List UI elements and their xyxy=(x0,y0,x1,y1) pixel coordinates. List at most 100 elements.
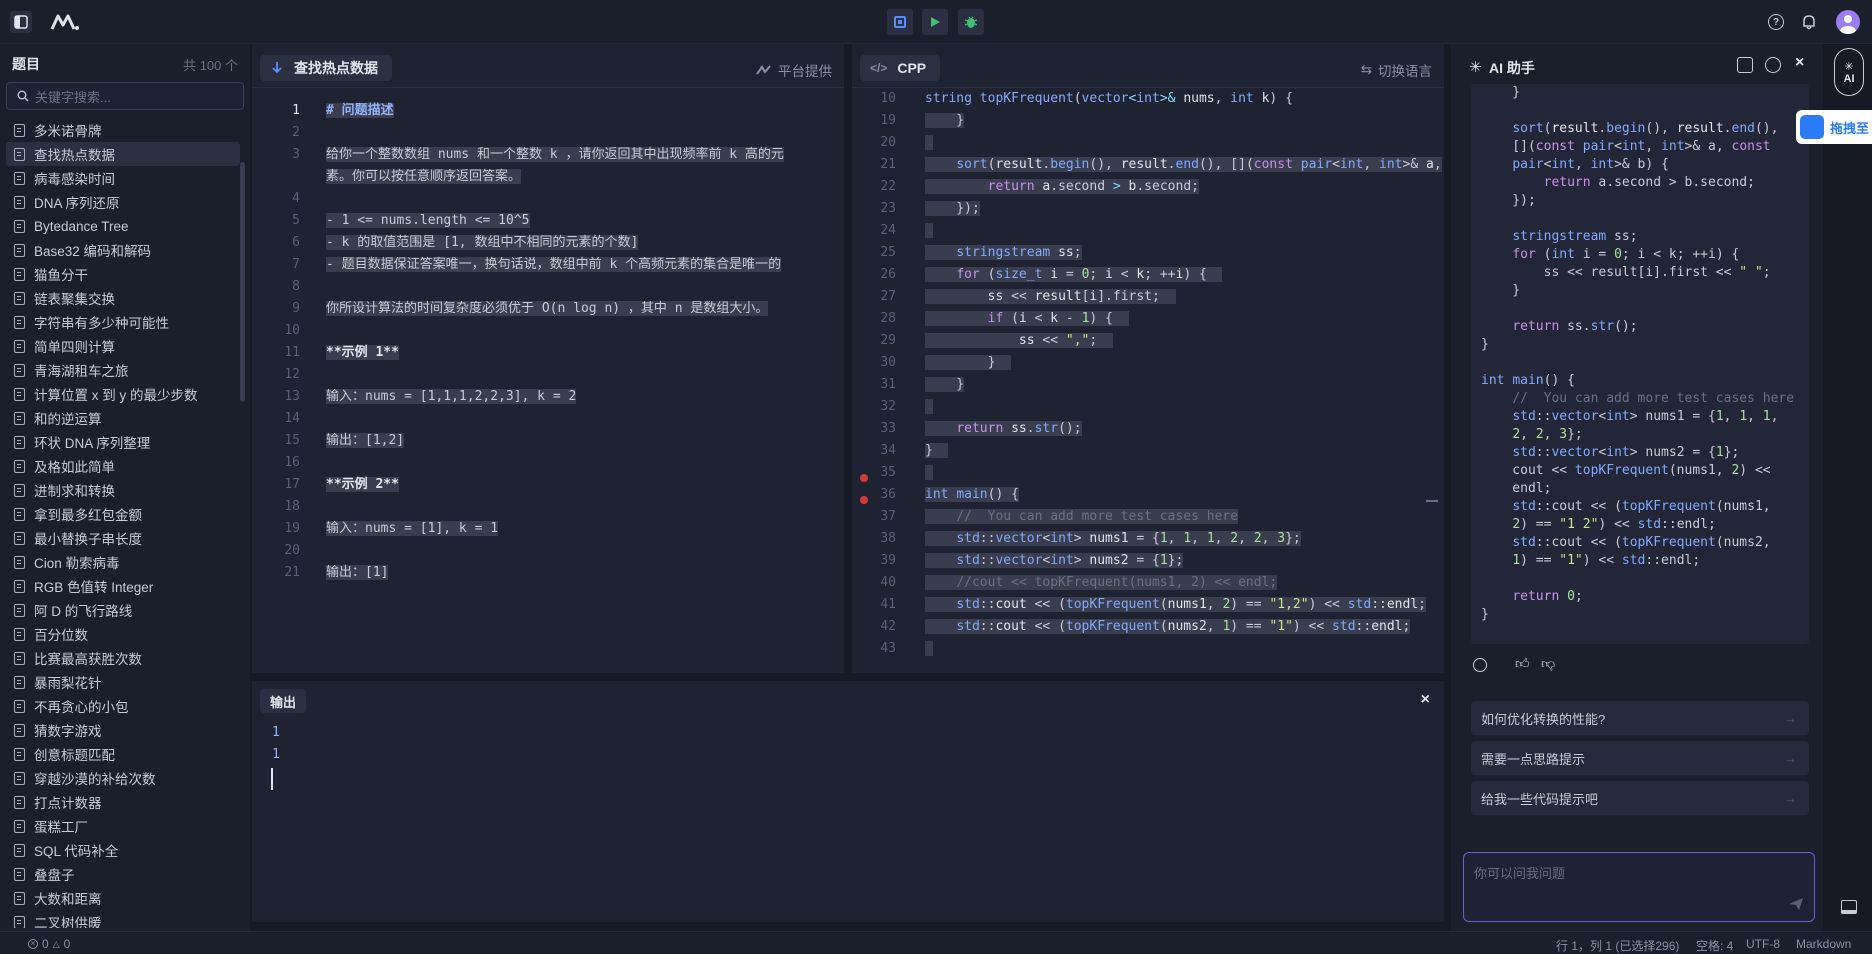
problem-item[interactable]: 青海湖租车之旅 xyxy=(6,358,240,382)
problem-item[interactable]: 创意标题匹配 xyxy=(6,742,240,766)
problem-item[interactable]: 简单四则计算 xyxy=(6,334,240,358)
problem-item[interactable]: 穿越沙漠的补给次数 xyxy=(6,766,240,790)
sidebar-toggle-icon[interactable] xyxy=(10,11,32,33)
line-number: 10 xyxy=(284,323,300,338)
problem-item[interactable]: 查找热点数据 xyxy=(6,142,240,166)
sidebar-title: 题目 xyxy=(12,56,40,72)
output-tab[interactable]: 输出 xyxy=(260,689,307,713)
problem-item[interactable]: 最小替换子串长度 xyxy=(6,526,240,550)
tab-problem[interactable]: 查找热点数据 xyxy=(260,55,392,81)
description-line: **示例 2** xyxy=(326,477,399,492)
problem-item[interactable]: 比赛最高获胜次数 xyxy=(6,646,240,670)
close-output-icon[interactable]: × xyxy=(1421,691,1430,709)
debug-icon xyxy=(964,16,978,28)
run-button[interactable] xyxy=(922,9,948,35)
line-number: 40 xyxy=(880,575,896,590)
problem-item[interactable]: 打点计数器 xyxy=(6,790,240,814)
problem-item[interactable]: SQL 代码补全 xyxy=(6,838,240,862)
language-mode[interactable]: Markdown xyxy=(1796,937,1851,951)
problem-item[interactable]: Bytedance Tree xyxy=(6,214,240,238)
ai-toggle-button[interactable]: ✳ AI xyxy=(1834,48,1864,96)
history-icon[interactable] xyxy=(1765,57,1781,73)
problem-item[interactable]: 二叉树供暖 xyxy=(6,910,240,928)
problem-item[interactable]: 猫鱼分干 xyxy=(6,262,240,286)
problem-item[interactable]: Base32 编码和解码 xyxy=(6,238,240,262)
document-icon xyxy=(14,243,25,257)
document-icon xyxy=(14,819,25,833)
description-line: 素。你可以按任意顺序返回答案。 xyxy=(326,169,522,184)
breakpoint[interactable] xyxy=(860,474,868,482)
problem-item[interactable]: 和的逆运算 xyxy=(6,406,240,430)
problem-item[interactable]: 字符串有多少种可能性 xyxy=(6,310,240,334)
problem-item[interactable]: 拿到最多红包金额 xyxy=(6,502,240,526)
problem-item[interactable]: 计算位置 x 到 y 的最少步数 xyxy=(6,382,240,406)
description-line: 你所设计算法的时间复杂度必须优于 O(n log n) ，其中 n 是数组大小。 xyxy=(326,301,769,316)
encoding-setting[interactable]: UTF-8 xyxy=(1746,937,1780,951)
problem-item[interactable]: 暴雨梨花针 xyxy=(6,670,240,694)
problem-item[interactable]: Cion 勒索病毒 xyxy=(6,550,240,574)
problem-item[interactable]: 大数和距离 xyxy=(6,886,240,910)
problems-status[interactable]: × 0 △ 0 xyxy=(28,937,70,951)
problem-item[interactable]: 及格如此简单 xyxy=(6,454,240,478)
thumbs-down-icon[interactable]: 👎︎ xyxy=(1541,655,1555,672)
document-icon xyxy=(14,795,25,809)
indent-setting[interactable]: 空格: 4 xyxy=(1696,937,1733,954)
problem-item[interactable]: 环状 DNA 序列整理 xyxy=(6,430,240,454)
suggestion-item[interactable]: 给我一些代码提示吧 → xyxy=(1471,781,1809,815)
line-number: 26 xyxy=(880,267,896,282)
avatar[interactable] xyxy=(1836,10,1860,34)
help-icon[interactable]: ? xyxy=(1768,14,1784,30)
problem-item[interactable]: 百分位数 xyxy=(6,622,240,646)
problem-item[interactable]: 阿 D 的飞行路线 xyxy=(6,598,240,622)
ai-chat-input[interactable]: 你可以问我问题 xyxy=(1463,852,1815,922)
description-line xyxy=(326,408,834,430)
ai-code-block[interactable]: } sort(result.begin(), result.end(), [](… xyxy=(1471,84,1809,644)
debug-button[interactable] xyxy=(958,9,984,35)
thumbs-up-icon[interactable]: 👍︎ xyxy=(1515,655,1530,672)
line-number: 15 xyxy=(284,433,300,448)
language-tab[interactable]: </> CPP xyxy=(860,55,941,81)
bell-icon[interactable] xyxy=(1800,13,1818,31)
breakpoint[interactable] xyxy=(860,496,868,504)
stop-button[interactable] xyxy=(887,9,913,35)
description-line xyxy=(326,320,834,342)
suggestion-item[interactable]: 如何优化转换的性能? → xyxy=(1471,701,1809,735)
switch-language-button[interactable]: ⇆ 切换语言 xyxy=(1361,60,1432,80)
problem-item[interactable]: 叠盘子 xyxy=(6,862,240,886)
line-number: 2 xyxy=(292,125,300,140)
problem-item[interactable]: 进制求和转换 xyxy=(6,478,240,502)
document-icon xyxy=(14,675,25,689)
floating-assistant-button[interactable]: 拖拽至 xyxy=(1796,110,1872,144)
terminal-icon[interactable] xyxy=(1841,900,1857,914)
send-icon[interactable] xyxy=(1788,897,1804,911)
ai-sparkle-icon: ✳ xyxy=(1469,59,1482,76)
document-icon xyxy=(14,267,25,281)
regenerate-icon[interactable] xyxy=(1473,658,1487,672)
problem-count: 共 100 个 xyxy=(183,58,238,73)
problem-item[interactable]: RGB 色值转 Integer xyxy=(6,574,240,598)
problem-item[interactable]: DNA 序列还原 xyxy=(6,190,240,214)
problem-description[interactable]: 1 2 3 4 5 6 7 8 9 10 11 12 13 14 15 16 17 18 19 20 21 # 问题描述… xyxy=(252,88,844,673)
problem-item[interactable]: 病毒感染时间 xyxy=(6,166,240,190)
code-editor[interactable]: 10 19 20 21 22 23 24 25 26 27 28 29 30 31 32 33 34 35 36 37… xyxy=(852,88,1444,673)
code-editor-panel: </> CPP ⇆ 切换语言 10 19 20 21 22 23 24 25 26 27 28 29 3… xyxy=(852,44,1444,673)
right-rail: ✳ AI 拖拽至 xyxy=(1796,44,1872,931)
problem-list: 多米诺骨牌 查找热点数据 病毒感染时间 DNA 序列还原 Bytedance Tree B… xyxy=(6,118,240,928)
new-chat-icon[interactable] xyxy=(1737,57,1753,73)
line-number: 7 xyxy=(292,257,300,272)
line-number: 10 xyxy=(880,91,896,106)
line-number: 42 xyxy=(880,619,896,634)
problem-item[interactable]: 蛋糕工厂 xyxy=(6,814,240,838)
document-icon xyxy=(14,315,25,329)
problem-item[interactable]: 链表聚集交换 xyxy=(6,286,240,310)
line-number: 16 xyxy=(284,455,300,470)
search-input[interactable]: 关键字搜索... xyxy=(6,82,244,110)
cursor-position[interactable]: 行 1，列 1 (已选择296) xyxy=(1556,937,1679,954)
sidebar-scrollbar[interactable] xyxy=(240,162,245,402)
suggestion-item[interactable]: 需要一点思路提示 → xyxy=(1471,741,1809,775)
problem-item[interactable]: 不再贪心的小包 xyxy=(6,694,240,718)
problem-item[interactable]: 猜数字游戏 xyxy=(6,718,240,742)
document-icon xyxy=(14,555,25,569)
problem-item[interactable]: 多米诺骨牌 xyxy=(6,118,240,142)
close-ai-icon[interactable]: × xyxy=(1795,54,1804,72)
